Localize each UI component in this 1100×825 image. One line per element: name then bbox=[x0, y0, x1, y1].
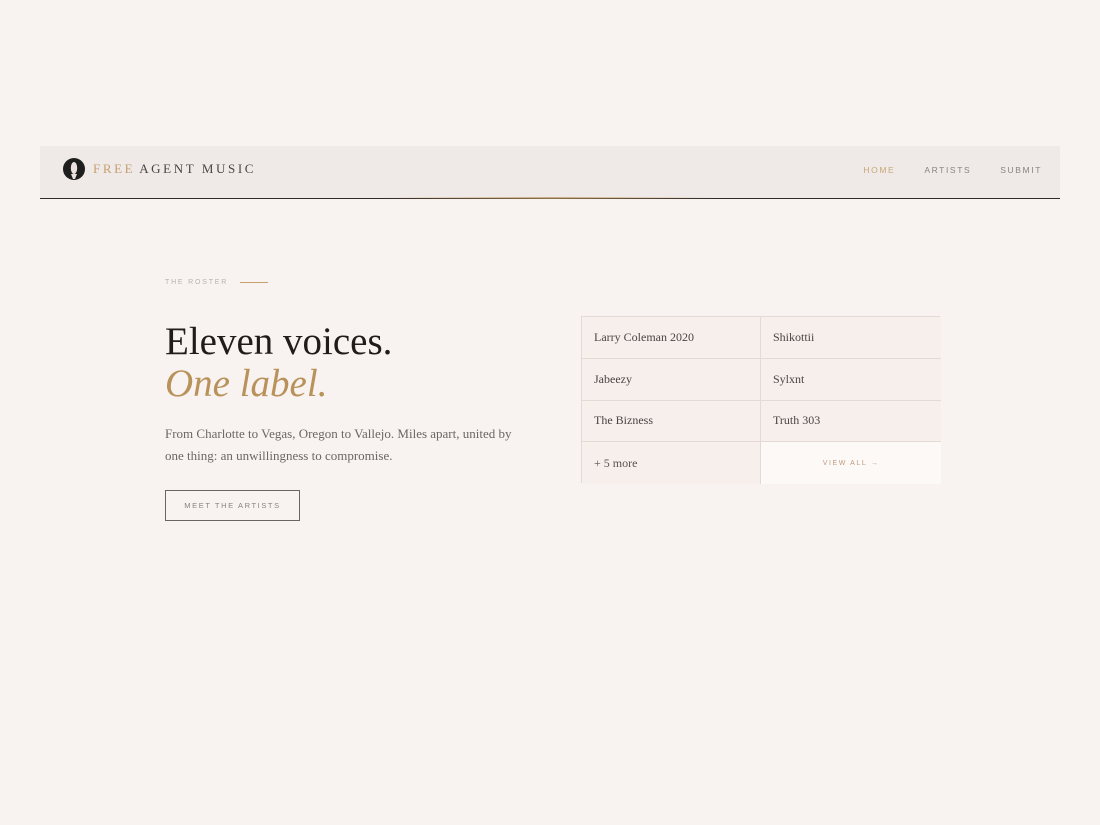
nav-links: HOME ARTISTS SUBMIT bbox=[863, 165, 1042, 175]
eyebrow-text: THE ROSTER bbox=[165, 279, 229, 286]
roster-grid: Larry Coleman 2020 Shikottii Jabeezy Syl… bbox=[581, 316, 941, 484]
roster-more-count: + 5 more bbox=[582, 442, 761, 484]
nav-accent-line bbox=[380, 197, 720, 199]
logo-icon bbox=[63, 158, 85, 180]
roster-item[interactable]: Sylxnt bbox=[761, 358, 941, 401]
hero-title-line1: Eleven voices. bbox=[165, 320, 393, 363]
nav-link-submit[interactable]: SUBMIT bbox=[1000, 165, 1042, 175]
brand-rest: AGENT MUSIC bbox=[139, 161, 257, 176]
roster-item[interactable]: Truth 303 bbox=[761, 400, 941, 443]
top-nav: FREE AGENT MUSIC HOME ARTISTS SUBMIT bbox=[40, 146, 1060, 199]
view-all-link[interactable]: VIEW ALL → bbox=[761, 442, 941, 484]
hero-title-line2: One label. bbox=[165, 362, 328, 405]
nav-link-artists[interactable]: ARTISTS bbox=[924, 165, 971, 175]
roster-item[interactable]: Shikottii bbox=[761, 317, 941, 359]
nav-link-home[interactable]: HOME bbox=[863, 165, 895, 175]
logo[interactable]: FREE AGENT MUSIC bbox=[63, 158, 256, 180]
hero-description: From Charlotte to Vegas, Oregon to Valle… bbox=[165, 426, 512, 463]
meet-artists-button[interactable]: MEET THE ARTISTS bbox=[165, 490, 300, 521]
brand-accent: FREE bbox=[93, 161, 136, 176]
eyebrow-divider bbox=[240, 282, 269, 283]
roster-item[interactable]: Larry Coleman 2020 bbox=[582, 317, 761, 359]
roster-item[interactable]: The Bizness bbox=[582, 400, 761, 443]
brand-name: FREE AGENT MUSIC bbox=[93, 161, 256, 177]
section-eyebrow: THE ROSTER bbox=[165, 279, 269, 286]
roster-item[interactable]: Jabeezy bbox=[582, 358, 761, 401]
